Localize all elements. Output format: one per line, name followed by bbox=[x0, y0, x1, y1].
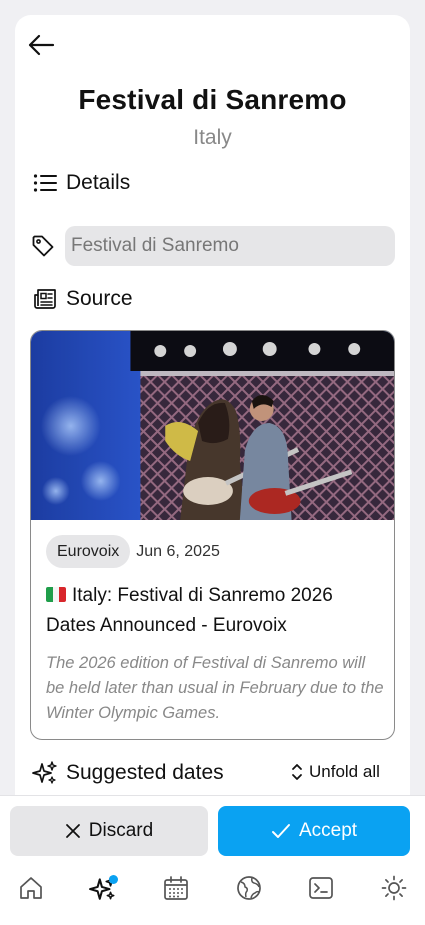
chevron-up-down-icon bbox=[292, 764, 302, 780]
page-subtitle: Italy bbox=[193, 126, 232, 149]
terminal-icon bbox=[309, 877, 333, 899]
suggested-dates-header: Suggested dates bbox=[32, 760, 224, 786]
article-date: Jun 6, 2025 bbox=[136, 542, 220, 560]
close-icon bbox=[65, 824, 80, 838]
nav-calendar[interactable] bbox=[156, 868, 196, 908]
page-title: Festival di Sanremo bbox=[78, 84, 347, 115]
unfold-all-label: Unfold all bbox=[309, 762, 380, 781]
source-section-header: Source bbox=[32, 286, 133, 312]
bottom-nav bbox=[0, 868, 425, 908]
article-meta: Eurovoix Jun 6, 2025 bbox=[46, 535, 220, 568]
publisher-badge: Eurovoix bbox=[46, 535, 131, 568]
discard-label: Discard bbox=[88, 820, 154, 841]
accept-label: Accept bbox=[298, 820, 358, 841]
newspaper-icon bbox=[32, 286, 58, 312]
nav-home[interactable] bbox=[11, 868, 51, 908]
tag-input[interactable] bbox=[65, 226, 395, 266]
details-section-header: Details bbox=[32, 170, 130, 196]
calendar-icon bbox=[164, 876, 188, 900]
nav-suggestions[interactable] bbox=[83, 868, 123, 908]
nav-terminal[interactable] bbox=[301, 868, 341, 908]
suggested-dates-label: Suggested dates bbox=[66, 761, 224, 784]
source-article-card[interactable]: Eurovoix Jun 6, 2025 Italy: Festival di … bbox=[30, 330, 395, 740]
accept-button[interactable]: Accept bbox=[218, 806, 410, 856]
notification-dot bbox=[109, 875, 118, 884]
details-label: Details bbox=[66, 171, 131, 194]
article-title: Italy: Festival di Sanremo 2026 Dates An… bbox=[46, 581, 386, 641]
nav-theme[interactable] bbox=[374, 868, 414, 908]
list-icon bbox=[32, 170, 58, 196]
article-image bbox=[31, 331, 394, 520]
back-button[interactable] bbox=[26, 30, 56, 60]
unfold-all-button[interactable]: Unfold all bbox=[291, 762, 380, 782]
globe-icon bbox=[237, 876, 261, 900]
nav-globe[interactable] bbox=[229, 868, 269, 908]
tag-icon bbox=[30, 233, 56, 259]
sparkles-icon bbox=[32, 760, 58, 786]
discard-button[interactable]: Discard bbox=[10, 806, 208, 856]
arrow-left-icon bbox=[28, 34, 55, 56]
article-title-text: Italy: Festival di Sanremo 2026 Dates An… bbox=[46, 585, 333, 636]
sun-icon bbox=[381, 875, 407, 901]
home-icon bbox=[20, 877, 42, 899]
article-description: The 2026 edition of Festival di Sanremo … bbox=[46, 654, 384, 722]
tag-row bbox=[30, 226, 395, 266]
source-label: Source bbox=[66, 287, 133, 310]
check-icon bbox=[271, 824, 290, 838]
italy-flag-icon bbox=[46, 587, 66, 602]
